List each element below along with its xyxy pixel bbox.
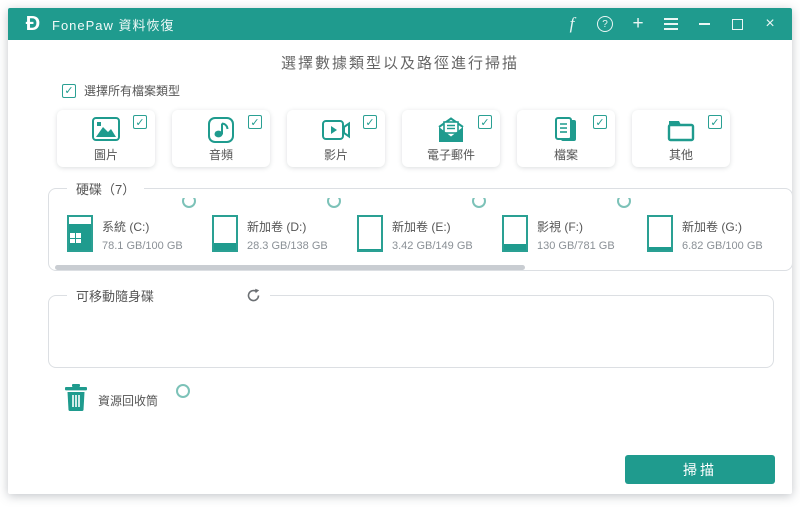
disk-icon (647, 215, 673, 252)
drive-d-radio[interactable] (327, 198, 341, 208)
select-all-row[interactable]: ✓ 選擇所有檔案類型 (62, 82, 792, 99)
minimize-icon (698, 23, 710, 25)
video-icon (321, 115, 351, 145)
page-title: 選擇數據類型以及路徑進行掃描 (280, 55, 519, 72)
drive-f[interactable]: 影視 (F:) 130 GB/781 GB (502, 198, 647, 256)
drive-f-radio[interactable] (617, 198, 631, 208)
titlebar: Ð FonePaw 資料恢復 f ? + × (8, 8, 792, 40)
hard-disks-legend: 硬碟（7） (76, 182, 136, 197)
removable-drives-panel: 可移動隨身碟 (48, 286, 774, 368)
card-video[interactable]: ✓ 影片 (287, 110, 385, 167)
close-button[interactable]: × (760, 14, 780, 34)
hamburger-glyph (664, 18, 678, 30)
drive-name: 系統 (C:) (102, 220, 150, 234)
maximize-icon (731, 18, 743, 30)
menu-icon[interactable] (661, 14, 681, 34)
card-other[interactable]: ✓ 其他 (632, 110, 730, 167)
drive-name: 新加卷 (G:) (682, 220, 742, 234)
maximize-button[interactable] (727, 14, 747, 34)
hard-disks-panel: 硬碟（7） 系統 (C:) 78.1 GB/100 GB 新加卷 (D:) 28… (48, 179, 792, 271)
recycle-bin-row: 資源回收筒 (64, 384, 264, 416)
disk-icon (502, 215, 528, 252)
card-label: 影片 (323, 147, 348, 162)
document-icon (553, 115, 579, 145)
email-icon (436, 115, 466, 145)
select-all-label: 選擇所有檔案類型 (84, 84, 181, 98)
card-label: 其他 (668, 147, 693, 162)
disk-icon (67, 215, 93, 252)
file-type-cards: ✓ 圖片 ✓ 音頻 ✓ 影片 ✓ 電子郵件 ✓ 檔案 ✓ 其他 (57, 110, 792, 167)
card-email[interactable]: ✓ 電子郵件 (402, 110, 500, 167)
drive-e[interactable]: 新加卷 (E:) 3.42 GB/149 GB (357, 198, 502, 256)
drive-size: 78.1 GB/100 GB (102, 240, 183, 252)
titlebar-icons: f ? + × (562, 13, 780, 34)
fonepaw-logo-icon: Ð (25, 12, 41, 35)
card-audio[interactable]: ✓ 音頻 (172, 110, 270, 167)
drive-d[interactable]: 新加卷 (D:) 28.3 GB/138 GB (212, 198, 357, 256)
drive-c[interactable]: 系統 (C:) 78.1 GB/100 GB (67, 198, 212, 256)
card-documents[interactable]: ✓ 檔案 (517, 110, 615, 167)
image-icon (91, 115, 121, 145)
recycle-bin-radio[interactable] (176, 384, 190, 398)
video-checkbox[interactable]: ✓ (363, 115, 377, 129)
disk-icon (212, 215, 238, 252)
app-window: Ð FonePaw 資料恢復 f ? + × 選擇數據類型以及路徑進行掃描 ✓ … (8, 8, 792, 494)
plus-icon[interactable]: + (628, 13, 648, 34)
card-label: 音頻 (208, 147, 233, 162)
recycle-bin-item[interactable]: 資源回收筒 (64, 384, 264, 416)
disk-icon (357, 215, 383, 252)
drive-size: 130 GB/781 GB (537, 240, 615, 252)
drive-size: 3.42 GB/149 GB (392, 240, 473, 252)
drive-name: 新加卷 (E:) (392, 220, 451, 234)
card-label: 檔案 (553, 147, 578, 162)
drives-horizontal-scrollbar[interactable] (55, 265, 525, 270)
folder-icon (666, 115, 696, 145)
drive-size: 28.3 GB/138 GB (247, 240, 328, 252)
recycle-bin-label: 資源回收筒 (98, 393, 159, 408)
drive-name: 新加卷 (D:) (247, 220, 307, 234)
drive-c-radio[interactable] (182, 198, 196, 208)
select-all-checkbox[interactable]: ✓ (62, 83, 76, 98)
windows-logo-icon (70, 233, 81, 243)
audio-icon (207, 115, 235, 145)
audio-checkbox[interactable]: ✓ (248, 115, 262, 129)
scan-button[interactable]: 掃描 (625, 455, 775, 484)
app-title: FonePaw 資料恢復 (52, 17, 175, 33)
help-question-glyph: ? (597, 16, 613, 32)
card-images[interactable]: ✓ 圖片 (57, 110, 155, 167)
refresh-icon[interactable] (246, 288, 261, 303)
documents-checkbox[interactable]: ✓ (593, 115, 607, 129)
drive-e-radio[interactable] (472, 198, 486, 208)
drive-name: 影視 (F:) (537, 220, 583, 234)
removable-drives-legend: 可移動隨身碟 (67, 286, 270, 305)
other-checkbox[interactable]: ✓ (708, 115, 722, 129)
drive-g[interactable]: 新加卷 (G:) 6.82 GB/100 GB (647, 198, 792, 256)
drive-size: 6.82 GB/100 GB (682, 240, 763, 252)
minimize-button[interactable] (694, 14, 714, 34)
removable-drives-label: 可移動隨身碟 (76, 289, 155, 304)
trash-icon (64, 384, 88, 416)
card-label: 圖片 (93, 147, 118, 162)
help-icon[interactable]: ? (595, 14, 615, 34)
email-checkbox[interactable]: ✓ (478, 115, 492, 129)
facebook-icon[interactable]: f (562, 14, 582, 34)
card-label: 電子郵件 (426, 147, 475, 162)
images-checkbox[interactable]: ✓ (133, 115, 147, 129)
drives-list: 系統 (C:) 78.1 GB/100 GB 新加卷 (D:) 28.3 GB/… (67, 198, 792, 256)
